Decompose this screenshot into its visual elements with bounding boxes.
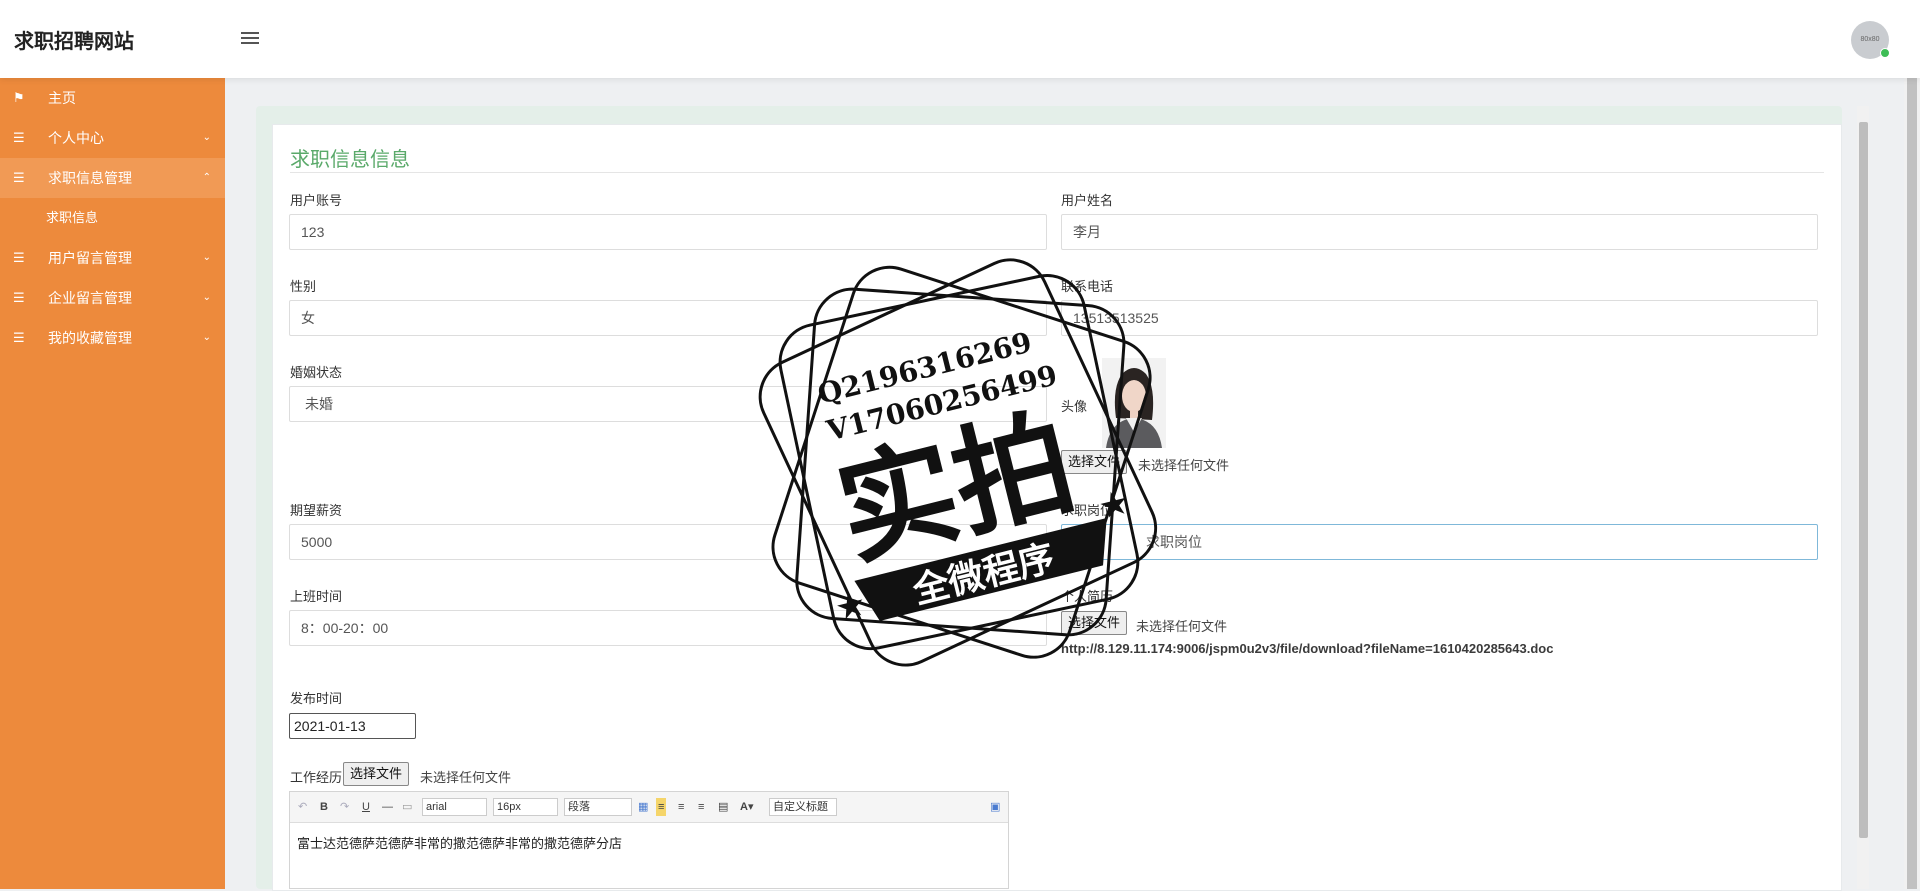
chevron-down-icon: ⌄: [202, 292, 211, 303]
align-left-icon[interactable]: ≡: [656, 798, 667, 816]
experience-file-status: 未选择任何文件: [420, 770, 512, 785]
paragraph-select[interactable]: 段落: [564, 798, 632, 816]
menu-toggle-icon[interactable]: [241, 32, 259, 46]
sidebar-item-label: 企业留言管理: [48, 290, 132, 306]
sidebar-item-label: 求职信息管理: [48, 170, 132, 186]
chevron-down-icon: ⌄: [202, 252, 211, 263]
marital-select[interactable]: 未婚: [289, 386, 1047, 422]
hours-input[interactable]: 8：00-20：00: [289, 610, 1047, 646]
hours-label: 上班时间: [290, 589, 343, 604]
marital-label: 婚姻状态: [290, 365, 343, 380]
sidebar-item-user-messages[interactable]: ☰ 用户留言管理 ⌄: [0, 238, 225, 278]
sidebar: ⚑ 主页 ☰ 个人中心 ⌄ ☰ 求职信息管理 ⌃ 求职信息 ☰ 用户留言管理 ⌄…: [0, 78, 225, 889]
flag-icon: ⚑: [13, 90, 25, 105]
list-icon: ☰: [13, 130, 25, 145]
publish-date-input[interactable]: 2021-01-13: [289, 713, 416, 739]
underline-icon[interactable]: U: [362, 798, 370, 816]
chevron-down-icon: ⌄: [202, 332, 211, 343]
horizontal-rule-icon[interactable]: —: [382, 798, 393, 816]
avatar-placeholder-text: 80x80: [1860, 36, 1880, 43]
sidebar-item-company-messages[interactable]: ☰ 企业留言管理 ⌄: [0, 278, 225, 318]
sidebar-item-favorites[interactable]: ☰ 我的收藏管理 ⌄: [0, 318, 225, 358]
page-scrollbar-thumb[interactable]: [1907, 0, 1917, 889]
panel-scrollbar-thumb[interactable]: [1859, 122, 1868, 838]
list-icon: ☰: [13, 250, 25, 265]
font-size-select[interactable]: 16px: [493, 798, 558, 816]
editor-content[interactable]: 富士达范德萨范德萨非常的撒范德萨非常的撒范德萨分店: [290, 823, 1008, 862]
resume-download-link[interactable]: http://8.129.11.174:9006/jspm0u2v3/file/…: [1061, 641, 1553, 656]
salary-input[interactable]: 5000: [289, 524, 1047, 560]
gender-input[interactable]: 女: [289, 300, 1047, 336]
sidebar-item-label: 用户留言管理: [48, 250, 132, 266]
experience-file-button[interactable]: 选择文件: [343, 762, 410, 786]
sidebar-item-personal[interactable]: ☰ 个人中心 ⌄: [0, 118, 225, 158]
phone-input[interactable]: 13513513525: [1061, 300, 1818, 336]
table-icon[interactable]: ▦: [638, 798, 648, 816]
publish-label: 发布时间: [290, 691, 343, 706]
list-icon: ☰: [13, 330, 25, 345]
page-title: 求职信息信息: [290, 149, 410, 171]
avatar[interactable]: 80x80: [1851, 21, 1890, 59]
resume-label: 个人简历: [1061, 589, 1114, 604]
font-select[interactable]: arial: [422, 798, 487, 816]
experience-label: 工作经历: [290, 770, 343, 785]
chevron-down-icon: ⌄: [202, 132, 211, 143]
name-label: 用户姓名: [1061, 193, 1114, 208]
sidebar-subitem-job-info[interactable]: 求职信息: [0, 198, 225, 238]
editor-toolbar: ↶ B ↷ U — ▭ arial 16px 段落 ▦ ≡ ≡ ≡ ▤ A▾ 自…: [290, 792, 1008, 823]
profile-photo: [1102, 358, 1166, 448]
photo-file-button[interactable]: 选择文件: [1061, 450, 1128, 474]
align-center-icon[interactable]: ≡: [698, 798, 704, 816]
list-icon: ☰: [13, 290, 25, 305]
sidebar-item-home[interactable]: ⚑ 主页: [0, 78, 225, 118]
top-bar: 求职招聘网站 80x80: [0, 0, 1920, 78]
redo-icon[interactable]: ↷: [340, 798, 349, 816]
position-input[interactable]: 求职岗位: [1061, 524, 1818, 560]
sidebar-item-label: 主页: [48, 90, 76, 106]
account-label: 用户账号: [290, 193, 343, 208]
divider: [290, 172, 1824, 173]
sidebar-item-label: 个人中心: [48, 130, 104, 146]
chevron-up-icon: ⌃: [202, 172, 211, 183]
resume-file-button[interactable]: 选择文件: [1061, 611, 1128, 635]
site-brand: 求职招聘网站: [14, 31, 134, 53]
gender-label: 性别: [290, 279, 317, 294]
resume-file-status: 未选择任何文件: [1136, 619, 1228, 634]
experience-editor[interactable]: ↶ B ↷ U — ▭ arial 16px 段落 ▦ ≡ ≡ ≡ ▤ A▾ 自…: [289, 791, 1009, 889]
phone-label: 联系电话: [1061, 279, 1114, 294]
sidebar-item-job-info-mgmt[interactable]: ☰ 求职信息管理 ⌃: [0, 158, 225, 198]
undo-icon[interactable]: ↶: [298, 798, 307, 816]
photo-label: 头像: [1061, 399, 1088, 414]
photo-file-status: 未选择任何文件: [1138, 458, 1230, 473]
bold-icon[interactable]: B: [320, 798, 328, 816]
name-input[interactable]: 李月: [1061, 214, 1818, 250]
sidebar-item-label: 我的收藏管理: [48, 330, 132, 346]
clear-format-icon[interactable]: ▭: [402, 798, 412, 816]
list-icon: ☰: [13, 170, 25, 185]
align-right-icon[interactable]: ≡: [678, 798, 684, 816]
salary-label: 期望薪资: [290, 503, 343, 518]
custom-title-select[interactable]: 自定义标题: [769, 798, 837, 816]
font-color-icon[interactable]: A▾: [740, 798, 753, 816]
online-status-dot: [1880, 48, 1890, 58]
account-input[interactable]: 123: [289, 214, 1047, 250]
align-justify-icon[interactable]: ▤: [718, 798, 728, 816]
fullscreen-icon[interactable]: ▣: [990, 798, 1000, 816]
position-label: 求职岗位: [1061, 503, 1114, 518]
